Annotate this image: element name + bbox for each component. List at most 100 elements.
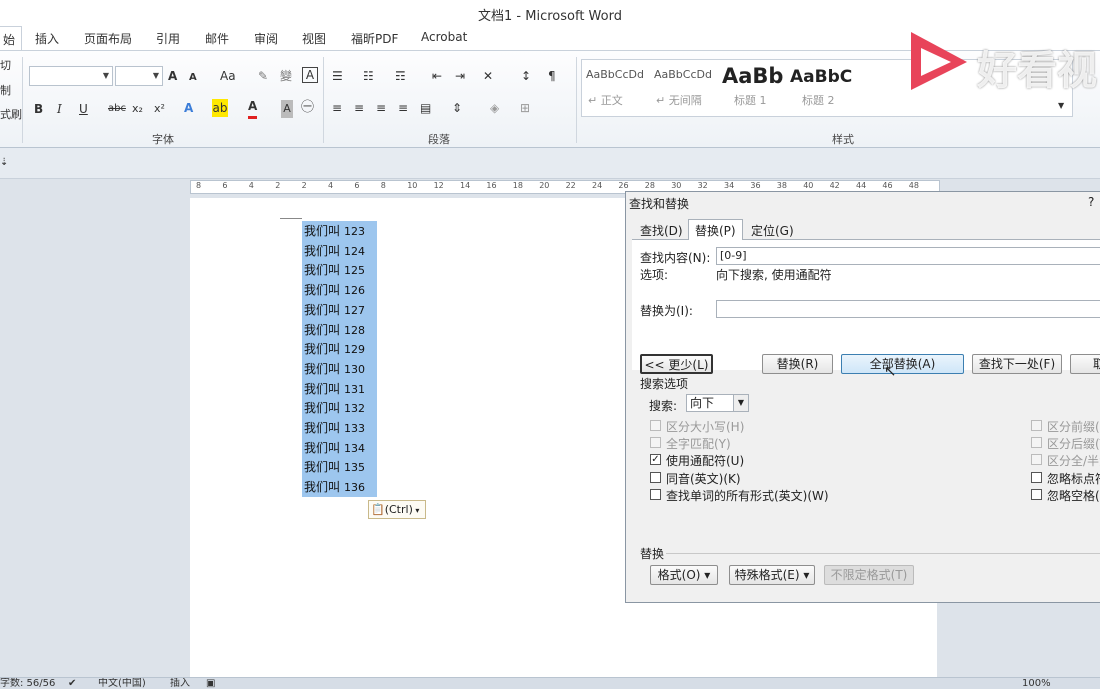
document-line[interactable]: 我们叫 131 bbox=[302, 378, 377, 399]
document-line[interactable]: 我们叫 135 bbox=[302, 457, 377, 478]
format-painter-button[interactable]: 式刷 bbox=[0, 106, 22, 124]
tab-home[interactable]: 始 bbox=[0, 26, 23, 50]
increase-indent-icon[interactable]: ⇥ bbox=[455, 67, 465, 85]
help-button[interactable]: ? bbox=[1088, 195, 1094, 209]
numbering-icon[interactable]: ☷ bbox=[363, 67, 374, 85]
document-line[interactable]: 我们叫 126 bbox=[302, 280, 377, 301]
text-effects-button[interactable]: A bbox=[184, 99, 193, 117]
document-line[interactable]: 我们叫 136 bbox=[302, 477, 377, 498]
document-line[interactable]: 我们叫 124 bbox=[302, 240, 377, 261]
shrink-font-button[interactable]: A bbox=[189, 69, 197, 87]
strikethrough-button[interactable]: abc bbox=[108, 100, 126, 118]
document-line[interactable]: 我们叫 129 bbox=[302, 339, 377, 360]
bold-button[interactable]: B bbox=[34, 100, 43, 118]
superscript-button[interactable]: x² bbox=[154, 100, 165, 118]
special-format-button[interactable]: 特殊格式(E) ▾ bbox=[729, 565, 815, 585]
replace-all-button[interactable]: 全部替换(A) bbox=[841, 354, 964, 374]
style-heading-1[interactable]: AaBb 标题 1 bbox=[718, 62, 784, 114]
font-name-combo[interactable]: ▼ bbox=[29, 66, 113, 86]
document-line[interactable]: 我们叫 133 bbox=[302, 418, 377, 438]
align-left-icon[interactable]: ≡ bbox=[332, 99, 342, 117]
checkbox[interactable] bbox=[650, 437, 661, 449]
search-direction-select[interactable]: 向下 ▼ bbox=[686, 394, 749, 412]
document-line[interactable]: 我们叫 130 bbox=[302, 358, 377, 379]
change-case-button[interactable]: Aa bbox=[220, 67, 236, 85]
style-normal[interactable]: AaBbCcDd ↵ 正文 bbox=[582, 62, 648, 114]
checkbox[interactable] bbox=[650, 471, 661, 483]
macro-icon[interactable]: ▣ bbox=[206, 678, 215, 689]
cut-button[interactable]: 切 bbox=[0, 57, 11, 75]
phonetic-icon[interactable]: 變 bbox=[280, 67, 292, 85]
multilevel-list-icon[interactable]: ☶ bbox=[395, 67, 406, 85]
checkbox[interactable] bbox=[1031, 437, 1042, 449]
chevron-down-icon[interactable]: ▼ bbox=[733, 395, 748, 411]
no-format-button[interactable]: 不限定格式(T) bbox=[824, 565, 914, 585]
tab-acrobat[interactable]: Acrobat bbox=[421, 30, 467, 44]
align-center-icon[interactable]: ≡ bbox=[354, 99, 364, 117]
document-line[interactable]: 我们叫 132 bbox=[302, 398, 377, 419]
justify-icon[interactable]: ≡ bbox=[398, 99, 408, 117]
char-border-icon[interactable]: A bbox=[302, 67, 318, 83]
style-heading-2[interactable]: AaBbC 标题 2 bbox=[786, 62, 852, 114]
find-next-button[interactable]: 查找下一处(F) bbox=[972, 354, 1062, 374]
replace-input[interactable] bbox=[716, 300, 1100, 318]
tab-replace[interactable]: 替换(P) bbox=[688, 219, 743, 240]
font-size-combo[interactable]: ▼ bbox=[115, 66, 163, 86]
document-line[interactable]: 我们叫 134 bbox=[302, 437, 377, 458]
clear-format-icon[interactable]: ✎ bbox=[258, 67, 268, 85]
tab-references[interactable]: 引用 bbox=[156, 30, 180, 47]
subscript-button[interactable]: x₂ bbox=[132, 100, 143, 118]
checkbox[interactable] bbox=[1031, 488, 1042, 500]
shading-icon[interactable]: ◈ bbox=[490, 99, 499, 117]
style-no-spacing[interactable]: AaBbCcDd ↵ 无间隔 bbox=[650, 62, 716, 114]
chinese-layout-icon[interactable]: ✕ bbox=[483, 67, 493, 85]
document-line[interactable]: 我们叫 125 bbox=[302, 260, 377, 281]
bullets-icon[interactable]: ☰ bbox=[332, 67, 343, 85]
word-count[interactable]: 字数: 56/56 bbox=[0, 678, 55, 689]
tab-mailings[interactable]: 邮件 bbox=[205, 30, 229, 47]
styles-more-icon[interactable]: ▼ bbox=[1058, 97, 1064, 115]
replace-button[interactable]: 替换(R) bbox=[762, 354, 833, 374]
enclose-char-icon[interactable]: ㊀ bbox=[301, 99, 314, 117]
line-spacing-icon[interactable]: ⇕ bbox=[452, 99, 462, 117]
zoom-level[interactable]: 100% bbox=[1022, 678, 1051, 689]
sort-icon[interactable]: ↕ bbox=[521, 67, 531, 85]
italic-button[interactable]: I bbox=[57, 100, 62, 118]
proofing-icon[interactable]: ✔ bbox=[68, 678, 76, 689]
paste-options-button[interactable]: 📋(Ctrl) ▾ bbox=[368, 500, 426, 519]
tab-view[interactable]: 视图 bbox=[302, 30, 326, 47]
distributed-icon[interactable]: ▤ bbox=[420, 99, 431, 117]
char-shading-button[interactable]: A bbox=[281, 100, 293, 118]
checkbox[interactable] bbox=[1031, 471, 1042, 483]
checkbox[interactable] bbox=[1031, 420, 1042, 431]
less-button[interactable]: << 更少(L) bbox=[640, 354, 713, 374]
checkbox[interactable] bbox=[1031, 454, 1042, 466]
find-input[interactable]: [0-9] bbox=[716, 247, 1100, 265]
copy-button[interactable]: 制 bbox=[0, 82, 11, 100]
borders-icon[interactable]: ⊞ bbox=[520, 99, 530, 117]
tab-page-layout[interactable]: 页面布局 bbox=[84, 30, 132, 47]
tab-insert[interactable]: 插入 bbox=[35, 30, 59, 47]
show-marks-icon[interactable]: ¶ bbox=[548, 67, 556, 85]
document-line[interactable]: 我们叫 127 bbox=[302, 299, 377, 320]
checkbox[interactable] bbox=[650, 488, 661, 500]
document-line[interactable]: 我们叫 123 bbox=[302, 221, 377, 241]
tab-find[interactable]: 查找(D) bbox=[640, 222, 683, 240]
highlight-icon[interactable]: ab bbox=[212, 99, 228, 117]
grow-font-button[interactable]: A bbox=[168, 67, 177, 85]
insert-mode[interactable]: 插入 bbox=[170, 678, 190, 689]
font-color-button[interactable]: A bbox=[248, 98, 258, 119]
align-right-icon[interactable]: ≡ bbox=[376, 99, 386, 117]
checkbox[interactable] bbox=[650, 420, 661, 431]
decrease-indent-icon[interactable]: ⇤ bbox=[432, 67, 442, 85]
underline-button[interactable]: U bbox=[79, 100, 88, 118]
tab-goto[interactable]: 定位(G) bbox=[751, 222, 794, 240]
tab-review[interactable]: 审阅 bbox=[254, 30, 278, 47]
tab-foxit-pdf[interactable]: 福昕PDF bbox=[351, 30, 398, 47]
language-indicator[interactable]: 中文(中国) bbox=[98, 678, 146, 689]
ruler-toggle-icon[interactable]: ⇣ bbox=[0, 154, 8, 172]
document-line[interactable]: 我们叫 128 bbox=[302, 319, 377, 340]
cancel-button[interactable]: 取 bbox=[1070, 354, 1100, 374]
format-button[interactable]: 格式(O) ▾ bbox=[650, 565, 718, 585]
checkbox[interactable]: ✓ bbox=[650, 454, 661, 466]
